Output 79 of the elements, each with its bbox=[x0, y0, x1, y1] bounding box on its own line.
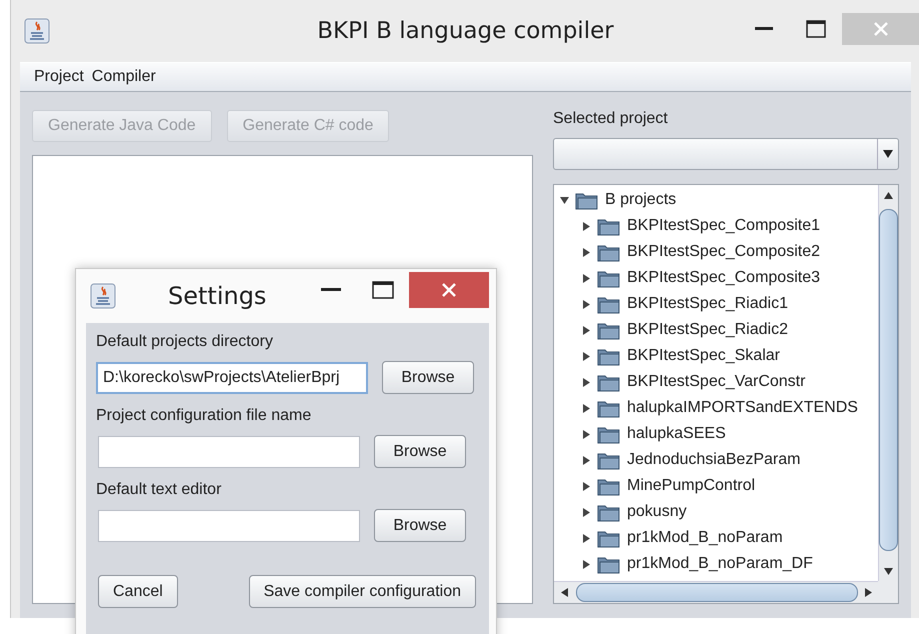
expand-arrow-icon[interactable] bbox=[582, 248, 591, 256]
tree-item[interactable]: BKPItestSpec_Composite2 bbox=[627, 243, 820, 261]
scroll-down-icon[interactable] bbox=[884, 568, 893, 574]
folder-icon bbox=[597, 424, 621, 444]
tree-item[interactable]: BKPItestSpec_Composite3 bbox=[627, 269, 820, 287]
folder-icon bbox=[597, 320, 621, 340]
window-title: BKPI B language compiler bbox=[317, 18, 614, 44]
folder-icon bbox=[597, 502, 621, 522]
folder-icon bbox=[597, 216, 621, 236]
expand-arrow-icon[interactable] bbox=[582, 534, 591, 542]
folder-icon bbox=[597, 372, 621, 392]
path-input-field[interactable]: D:\korecko\swProjects\AtelierBprj bbox=[96, 362, 368, 394]
folder-icon bbox=[597, 242, 621, 262]
vertical-scrollbar[interactable] bbox=[878, 185, 898, 581]
expand-arrow-icon[interactable] bbox=[560, 196, 569, 204]
folder-icon bbox=[597, 294, 621, 314]
tree-item[interactable]: JednoduchsiaBezParam bbox=[627, 451, 800, 469]
maximize-icon bbox=[806, 20, 826, 38]
expand-arrow-icon[interactable] bbox=[582, 300, 591, 308]
dialog-icon bbox=[90, 283, 116, 309]
horizontal-scrollbar[interactable] bbox=[554, 581, 878, 603]
scrollbar-thumb[interactable] bbox=[879, 209, 898, 551]
expand-arrow-icon[interactable] bbox=[582, 560, 591, 568]
tree-item[interactable]: BKPItestSpec_Skalar bbox=[627, 347, 780, 365]
expand-arrow-icon[interactable] bbox=[582, 326, 591, 334]
path-input-field[interactable] bbox=[98, 510, 360, 542]
dialog-button[interactable]: Save compiler configuration bbox=[248, 575, 476, 608]
expand-arrow-icon[interactable] bbox=[582, 482, 591, 490]
expand-arrow-icon[interactable] bbox=[582, 456, 591, 464]
scroll-left-icon[interactable] bbox=[560, 588, 568, 597]
menu-item[interactable]: Project bbox=[34, 68, 84, 86]
tree-item[interactable]: pokusny bbox=[627, 503, 687, 521]
tree-item[interactable]: pr1kMod_B_noParam bbox=[627, 529, 783, 547]
menu-item[interactable]: Compiler bbox=[92, 68, 156, 86]
folder-icon bbox=[597, 450, 621, 470]
close-button[interactable] bbox=[409, 272, 489, 308]
folder-icon bbox=[597, 268, 621, 288]
dropdown-arrow-icon bbox=[883, 150, 893, 158]
app-icon bbox=[24, 18, 50, 44]
folder-icon bbox=[597, 528, 621, 548]
close-icon bbox=[873, 21, 889, 37]
expand-arrow-icon[interactable] bbox=[582, 430, 591, 438]
expand-arrow-icon[interactable] bbox=[582, 378, 591, 386]
folder-icon bbox=[597, 554, 621, 574]
tree-item[interactable]: B projects bbox=[605, 191, 676, 209]
field-label: Project configuration file name bbox=[96, 407, 312, 425]
tree-item[interactable]: BKPItestSpec_VarConstr bbox=[627, 373, 806, 391]
folder-icon bbox=[597, 476, 621, 496]
browse-button[interactable]: Browse bbox=[374, 509, 466, 542]
close-icon bbox=[441, 282, 457, 298]
folder-icon bbox=[597, 398, 621, 418]
browse-button[interactable]: Browse bbox=[382, 361, 474, 394]
browse-button[interactable]: Browse bbox=[374, 435, 466, 468]
field-label: Default projects directory bbox=[96, 333, 274, 351]
expand-arrow-icon[interactable] bbox=[582, 352, 591, 360]
expand-arrow-icon[interactable] bbox=[582, 274, 591, 282]
scroll-right-icon[interactable] bbox=[864, 588, 872, 597]
dialog-button[interactable]: Cancel bbox=[98, 575, 178, 608]
expand-arrow-icon[interactable] bbox=[582, 222, 591, 230]
minimize-icon bbox=[755, 27, 773, 31]
dialog-title: Settings bbox=[168, 282, 266, 310]
maximize-icon bbox=[372, 281, 394, 299]
folder-icon bbox=[597, 346, 621, 366]
tree-item[interactable]: BKPItestSpec_Riadic2 bbox=[627, 321, 788, 339]
minimize-icon bbox=[321, 288, 341, 292]
tree-item[interactable]: BKPItestSpec_Riadic1 bbox=[627, 295, 788, 313]
selected-project-label: Selected project bbox=[553, 110, 669, 128]
tree-item[interactable]: BKPItestSpec_Composite1 bbox=[627, 217, 820, 235]
tree-item[interactable]: MinePumpControl bbox=[627, 477, 756, 495]
tree-item[interactable]: halupkaSEES bbox=[627, 425, 726, 443]
tree-item[interactable]: halupkaIMPORTSandEXTENDS bbox=[627, 399, 858, 417]
tree-item[interactable]: pr1kMod_B_noParam_DF bbox=[627, 555, 813, 573]
expand-arrow-icon[interactable] bbox=[582, 508, 591, 516]
expand-arrow-icon[interactable] bbox=[582, 404, 591, 412]
folder-icon bbox=[575, 190, 599, 210]
field-label: Default text editor bbox=[96, 481, 222, 499]
scroll-up-icon[interactable] bbox=[884, 192, 893, 198]
scrollbar-thumb[interactable] bbox=[576, 583, 858, 602]
path-input-field[interactable] bbox=[98, 436, 360, 468]
